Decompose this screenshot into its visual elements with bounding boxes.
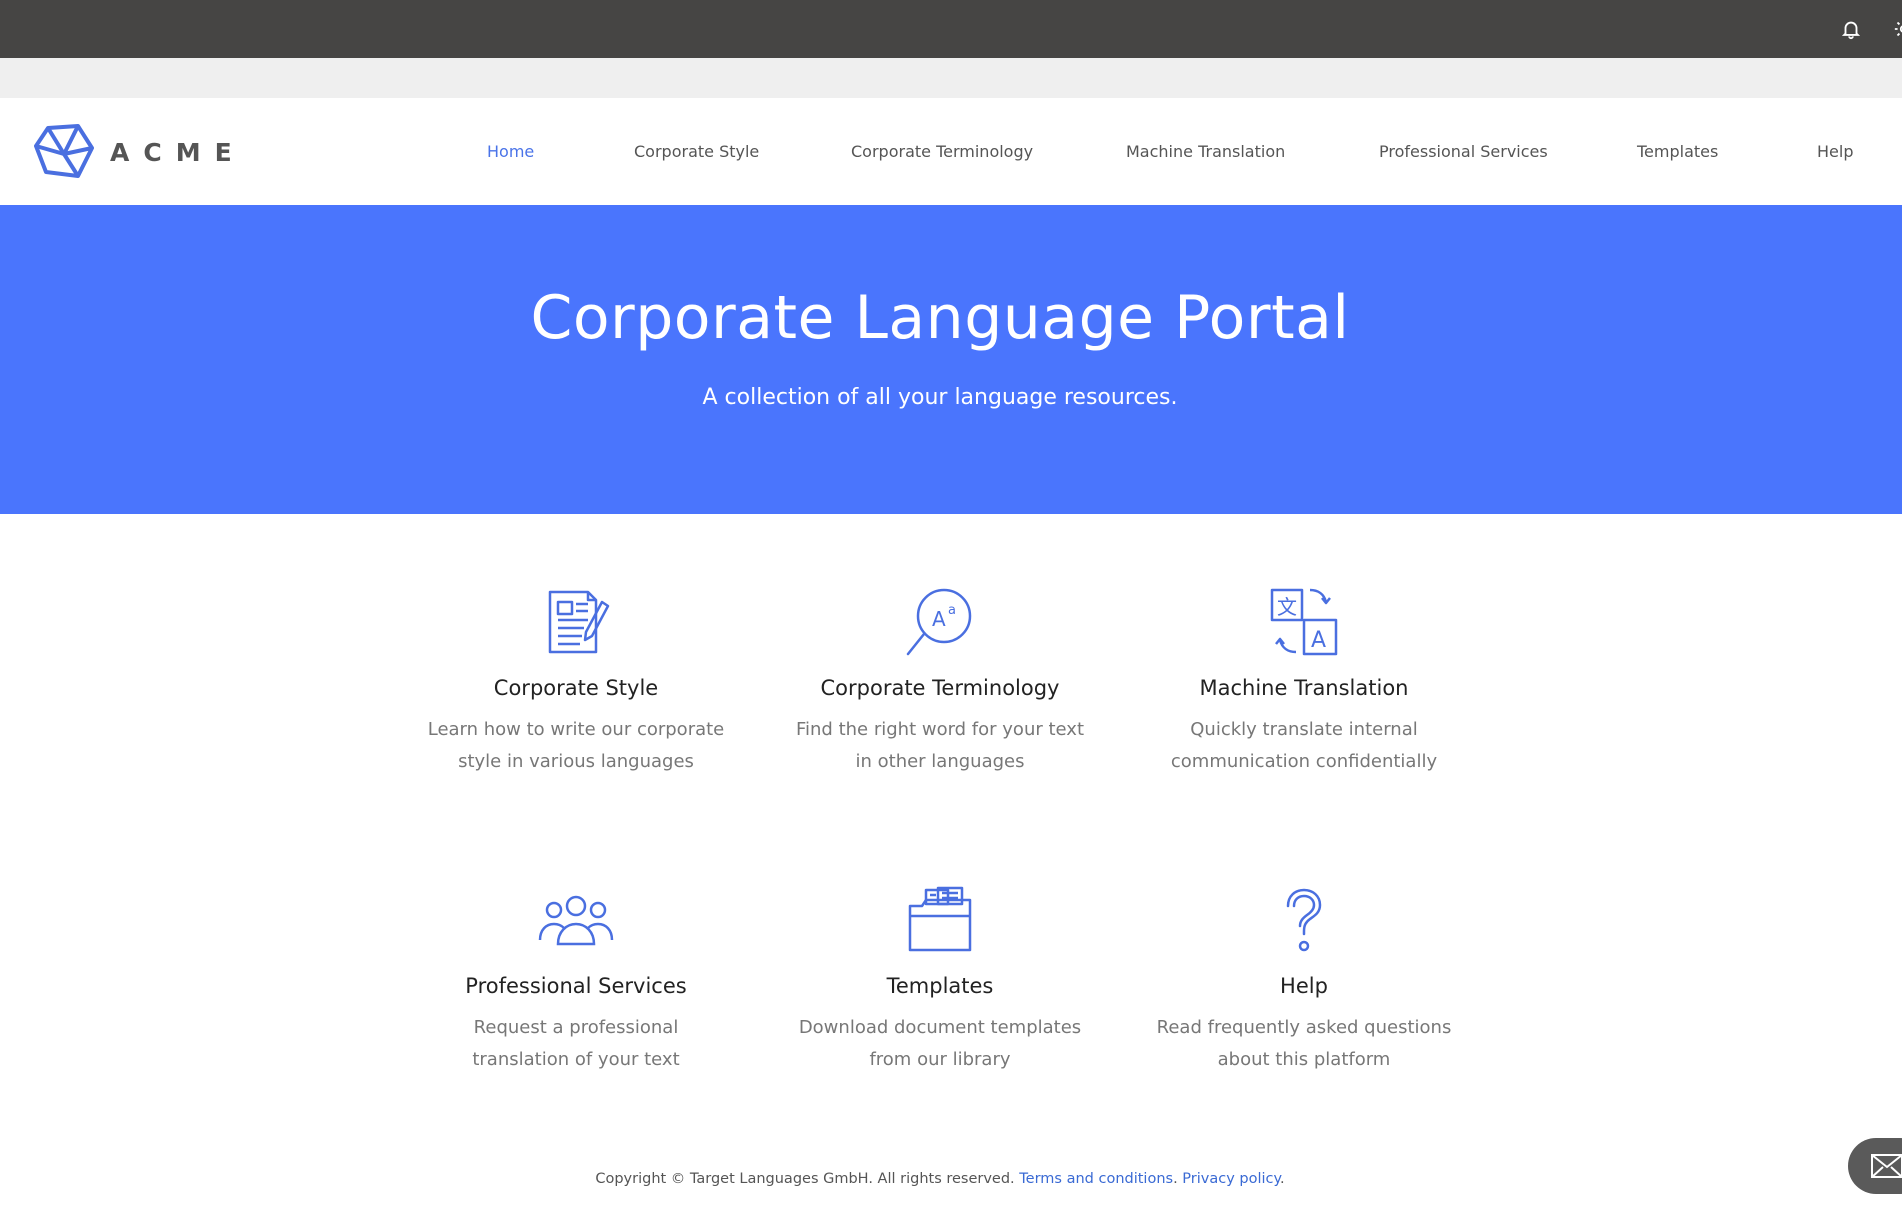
card-description: Read frequently asked questions about thi… (1156, 1017, 1452, 1070)
terms-link[interactable]: Terms and conditions (1019, 1171, 1173, 1187)
footer-separator: . (1173, 1171, 1178, 1187)
nav-help[interactable]: Help (1817, 142, 1853, 161)
card-title: Help (1280, 974, 1328, 998)
footer-end: . (1280, 1171, 1285, 1187)
card-title: Professional Services (465, 974, 687, 998)
svg-text:A: A (1311, 628, 1326, 653)
card-machine-translation[interactable]: 文 A Machine Translation Quickly translat… (1134, 584, 1474, 778)
card-description: Find the right word for your text in othe… (795, 719, 1085, 772)
main-navbar: ACME Home Corporate Style Corporate Term… (0, 98, 1902, 205)
bell-icon[interactable] (1840, 18, 1862, 40)
nav-professional-services[interactable]: Professional Services (1379, 142, 1548, 161)
card-templates[interactable]: Templates Download document templates fro… (770, 882, 1110, 1076)
card-title: Corporate Terminology (820, 676, 1060, 700)
sub-strip (0, 58, 1902, 98)
magnifier-text-icon: A a (906, 588, 972, 656)
card-description: Quickly translate internal communication … (1170, 719, 1438, 772)
card-description: Download document templates from our libr… (798, 1017, 1082, 1070)
nav-machine-translation[interactable]: Machine Translation (1126, 142, 1285, 161)
folder-files-icon (908, 886, 972, 952)
privacy-link[interactable]: Privacy policy (1182, 1171, 1280, 1187)
nav-templates[interactable]: Templates (1637, 142, 1718, 161)
svg-text:a: a (948, 603, 956, 618)
brand-logo[interactable]: ACME (34, 124, 246, 180)
card-description: Request a professional translation of you… (472, 1017, 680, 1070)
nav-corporate-terminology[interactable]: Corporate Terminology (851, 142, 1033, 161)
nav-home[interactable]: Home (487, 142, 534, 161)
translate-icon: 文 A (1270, 588, 1338, 656)
page-footer: Copyright © Target Languages GmbH. All r… (0, 1171, 1880, 1187)
hero-banner: Corporate Language Portal A collection o… (0, 205, 1902, 514)
copyright-text: Copyright © Target Languages GmbH. All r… (595, 1171, 1015, 1187)
svg-text:文: 文 (1277, 595, 1297, 619)
card-professional-services[interactable]: Professional Services Request a professi… (406, 882, 746, 1076)
mail-icon (1871, 1154, 1902, 1178)
contact-mail-button[interactable] (1848, 1138, 1902, 1194)
question-icon (1286, 888, 1322, 952)
people-group-icon (538, 895, 614, 946)
hero-title: Corporate Language Portal (530, 283, 1350, 353)
document-pencil-icon (548, 590, 610, 654)
gear-icon[interactable] (1893, 18, 1902, 40)
nav-corporate-style[interactable]: Corporate Style (634, 142, 759, 161)
card-help[interactable]: Help Read frequently asked questions abou… (1134, 882, 1474, 1076)
card-corporate-style[interactable]: Corporate Style Learn how to write our c… (406, 584, 746, 778)
hero-subtitle: A collection of all your language resour… (702, 385, 1178, 410)
card-corporate-terminology[interactable]: A a Corporate Terminology Find the right… (770, 584, 1110, 778)
top-bar (0, 0, 1902, 58)
card-title: Templates (886, 974, 994, 998)
svg-text:A: A (932, 607, 946, 631)
cube-logo-icon (34, 124, 94, 178)
card-title: Machine Translation (1199, 676, 1409, 700)
brand-name: ACME (110, 137, 246, 167)
card-title: Corporate Style (493, 676, 659, 700)
card-description: Learn how to write our corporate style in… (427, 719, 725, 772)
